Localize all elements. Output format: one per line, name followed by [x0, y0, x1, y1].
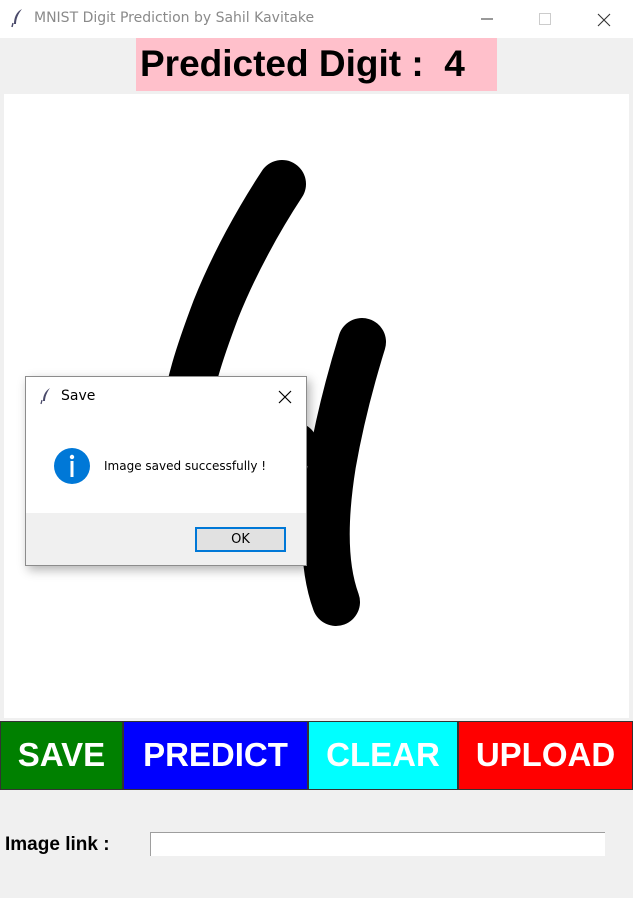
dialog-footer: OK — [26, 513, 306, 565]
dialog-message: Image saved successfully ! — [104, 459, 267, 473]
dialog-close-icon[interactable] — [278, 390, 292, 404]
save-dialog: Save Image saved successfully ! OK — [25, 376, 307, 566]
save-button[interactable]: SAVE — [0, 721, 123, 790]
title-bar[interactable]: MNIST Digit Prediction by Sahil Kavitake — [0, 0, 633, 38]
prediction-label: Predicted Digit : 4 — [140, 43, 465, 84]
dialog-title: Save — [61, 388, 96, 404]
image-link-input[interactable] — [150, 832, 605, 856]
prediction-banner: Predicted Digit : 4 — [136, 38, 497, 91]
ok-button[interactable]: OK — [195, 527, 286, 552]
minimize-button[interactable] — [464, 0, 510, 38]
feather-icon — [11, 9, 22, 28]
feather-icon — [40, 388, 50, 405]
minimize-icon — [481, 18, 493, 20]
upload-button[interactable]: UPLOAD — [458, 721, 633, 790]
window-title: MNIST Digit Prediction by Sahil Kavitake — [34, 10, 315, 26]
image-link-label: Image link : — [5, 834, 110, 855]
info-icon — [54, 448, 90, 484]
close-button[interactable] — [580, 0, 626, 38]
close-icon — [597, 13, 611, 27]
predict-button[interactable]: PREDICT — [123, 721, 308, 790]
clear-button[interactable]: CLEAR — [308, 721, 458, 790]
maximize-icon — [539, 13, 551, 25]
maximize-button[interactable] — [522, 0, 568, 38]
